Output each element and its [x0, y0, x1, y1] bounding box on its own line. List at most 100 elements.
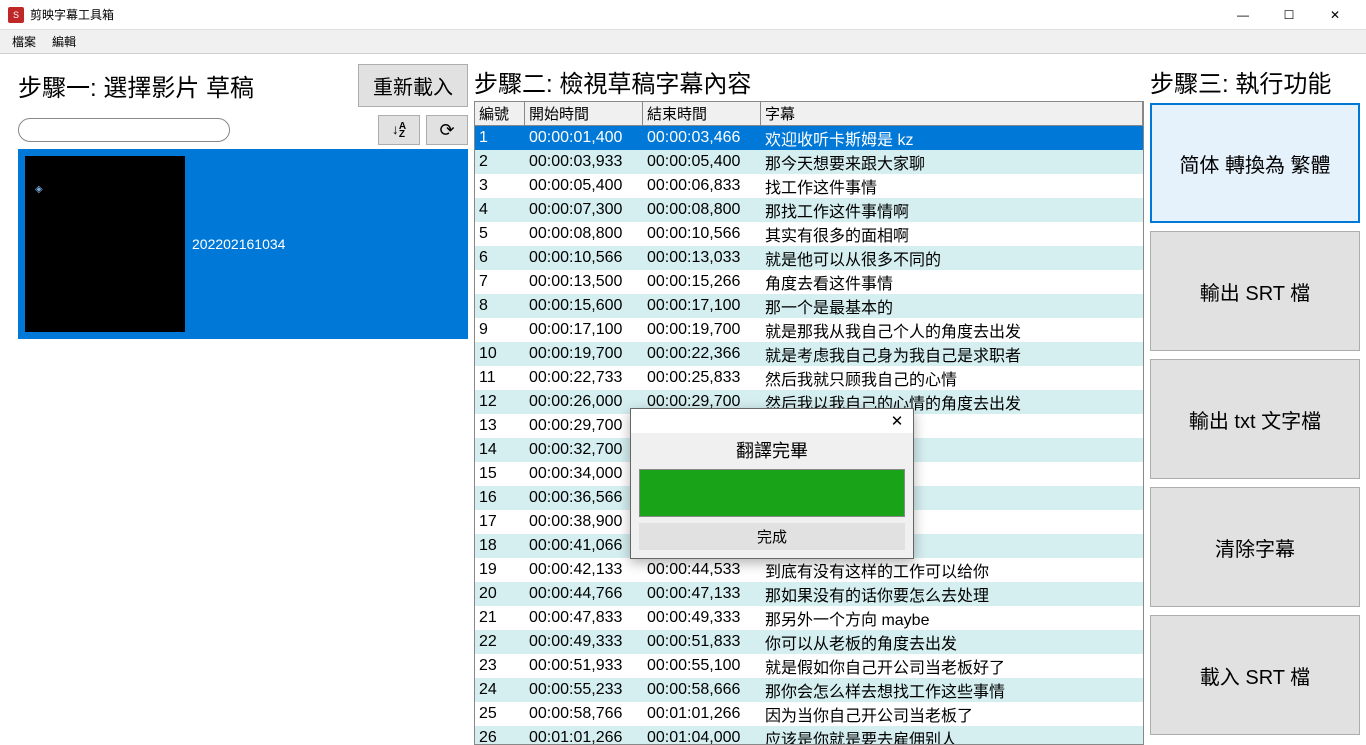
step2-label: 步驟二: 檢視草稿字幕內容	[474, 64, 1144, 99]
dialog-done-button[interactable]: 完成	[639, 523, 905, 550]
table-row[interactable]: 2100:00:47,83300:00:49,333那另外一个方向 maybe	[475, 606, 1143, 630]
cell-subtitle: 角度去看这件事情	[761, 270, 1143, 294]
cell-end: 00:00:05,400	[643, 150, 761, 174]
cell-start: 00:00:22,733	[525, 366, 643, 390]
table-row[interactable]: 2000:00:44,76600:00:47,133那如果没有的话你要怎么去处理	[475, 582, 1143, 606]
cell-start: 00:00:07,300	[525, 198, 643, 222]
cell-end: 00:00:55,100	[643, 654, 761, 678]
draft-item[interactable]: ◈ 202202161034	[18, 149, 468, 339]
table-row[interactable]: 1100:00:22,73300:00:25,833然后我就只顾我自己的心情	[475, 366, 1143, 390]
dialog-title: 翻譯完畢	[631, 433, 913, 469]
minimize-button[interactable]: ―	[1220, 0, 1266, 30]
translation-dialog: ✕ 翻譯完畢 完成	[630, 408, 914, 559]
cell-end: 00:00:06,833	[643, 174, 761, 198]
cell-index: 21	[475, 606, 525, 630]
cell-end: 00:00:10,566	[643, 222, 761, 246]
cell-index: 4	[475, 198, 525, 222]
cell-subtitle: 其实有很多的面相啊	[761, 222, 1143, 246]
cell-index: 5	[475, 222, 525, 246]
table-row[interactable]: 300:00:05,40000:00:06,833找工作这件事情	[475, 174, 1143, 198]
reload-button[interactable]: 重新載入	[358, 64, 468, 107]
col-subtitle[interactable]: 字幕	[761, 102, 1143, 125]
search-input[interactable]	[18, 118, 230, 142]
table-row[interactable]: 1000:00:19,70000:00:22,366就是考虑我自己身为我自己是求…	[475, 342, 1143, 366]
table-row[interactable]: 2200:00:49,33300:00:51,833你可以从老板的角度去出发	[475, 630, 1143, 654]
table-row[interactable]: 800:00:15,60000:00:17,100那一个是最基本的	[475, 294, 1143, 318]
table-row[interactable]: 2600:01:01,26600:01:04,000应该是你就是要去雇佣别人	[475, 726, 1143, 744]
convert-button[interactable]: 简体 轉換為 繁體	[1150, 103, 1360, 223]
menubar: 檔案 編輯	[0, 30, 1366, 54]
table-row[interactable]: 2500:00:58,76600:01:01,266因为当你自己开公司当老板了	[475, 702, 1143, 726]
cell-subtitle: 应该是你就是要去雇佣别人	[761, 726, 1143, 744]
cell-index: 7	[475, 270, 525, 294]
cell-start: 00:00:42,133	[525, 558, 643, 582]
cell-index: 18	[475, 534, 525, 558]
cell-start: 00:00:36,566	[525, 486, 643, 510]
cell-start: 00:00:17,100	[525, 318, 643, 342]
cell-start: 00:00:10,566	[525, 246, 643, 270]
cell-start: 00:00:01,400	[525, 126, 643, 150]
cell-end: 00:00:44,533	[643, 558, 761, 582]
table-row[interactable]: 700:00:13,50000:00:15,266角度去看这件事情	[475, 270, 1143, 294]
step3-label: 步驟三: 執行功能	[1150, 64, 1360, 99]
cell-subtitle: 那你会怎么样去想找工作这些事情	[761, 678, 1143, 702]
col-start[interactable]: 開始時間	[525, 102, 643, 125]
col-index[interactable]: 編號	[475, 102, 525, 125]
cell-start: 00:00:03,933	[525, 150, 643, 174]
cell-end: 00:00:08,800	[643, 198, 761, 222]
cell-start: 00:00:49,333	[525, 630, 643, 654]
cell-index: 15	[475, 462, 525, 486]
table-row[interactable]: 2300:00:51,93300:00:55,100就是假如你自己开公司当老板好…	[475, 654, 1143, 678]
cell-start: 00:00:38,900	[525, 510, 643, 534]
table-row[interactable]: 2400:00:55,23300:00:58,666那你会怎么样去想找工作这些事…	[475, 678, 1143, 702]
table-row[interactable]: 900:00:17,10000:00:19,700就是那我从我自己个人的角度去出…	[475, 318, 1143, 342]
cell-subtitle: 就是假如你自己开公司当老板好了	[761, 654, 1143, 678]
cell-end: 00:00:47,133	[643, 582, 761, 606]
draft-list[interactable]: ◈ 202202161034	[18, 149, 468, 745]
cell-end: 00:00:19,700	[643, 318, 761, 342]
export-txt-button[interactable]: 輸出 txt 文字檔	[1150, 359, 1360, 479]
refresh-icon: ⟳	[439, 120, 454, 141]
cell-index: 23	[475, 654, 525, 678]
table-row[interactable]: 100:00:01,40000:00:03,466欢迎收听卡斯姆是 kz	[475, 126, 1143, 150]
cell-start: 00:00:15,600	[525, 294, 643, 318]
cell-subtitle: 那一个是最基本的	[761, 294, 1143, 318]
cell-index: 16	[475, 486, 525, 510]
cell-index: 20	[475, 582, 525, 606]
col-end[interactable]: 結束時間	[643, 102, 761, 125]
cell-start: 00:00:13,500	[525, 270, 643, 294]
maximize-button[interactable]: ☐	[1266, 0, 1312, 30]
cell-subtitle: 那另外一个方向 maybe	[761, 606, 1143, 630]
table-row[interactable]: 500:00:08,80000:00:10,566其实有很多的面相啊	[475, 222, 1143, 246]
refresh-button[interactable]: ⟳	[426, 115, 468, 145]
cell-index: 13	[475, 414, 525, 438]
table-row[interactable]: 1900:00:42,13300:00:44,533到底有没有这样的工作可以给你	[475, 558, 1143, 582]
dialog-titlebar: ✕	[631, 409, 913, 433]
cell-subtitle: 到底有没有这样的工作可以给你	[761, 558, 1143, 582]
table-row[interactable]: 200:00:03,93300:00:05,400那今天想要来跟大家聊	[475, 150, 1143, 174]
cell-start: 00:00:19,700	[525, 342, 643, 366]
cell-index: 11	[475, 366, 525, 390]
cell-end: 00:00:03,466	[643, 126, 761, 150]
menu-edit[interactable]: 編輯	[44, 31, 84, 52]
table-row[interactable]: 600:00:10,56600:00:13,033就是他可以从很多不同的	[475, 246, 1143, 270]
close-button[interactable]: ✕	[1312, 0, 1358, 30]
load-srt-button[interactable]: 載入 SRT 檔	[1150, 615, 1360, 735]
cell-subtitle: 就是那我从我自己个人的角度去出发	[761, 318, 1143, 342]
sort-az-button[interactable]: ↓AZ	[378, 115, 420, 145]
clear-subtitles-button[interactable]: 清除字幕	[1150, 487, 1360, 607]
menu-file[interactable]: 檔案	[4, 31, 44, 52]
cell-start: 00:00:44,766	[525, 582, 643, 606]
table-row[interactable]: 400:00:07,30000:00:08,800那找工作这件事情啊	[475, 198, 1143, 222]
cell-end: 00:00:58,666	[643, 678, 761, 702]
cell-end: 00:01:04,000	[643, 726, 761, 744]
sort-az-icon: ↓AZ	[392, 121, 406, 138]
cell-start: 00:00:32,700	[525, 438, 643, 462]
cell-end: 00:00:17,100	[643, 294, 761, 318]
cell-end: 00:00:22,366	[643, 342, 761, 366]
cell-index: 24	[475, 678, 525, 702]
dialog-close-button[interactable]: ✕	[881, 411, 913, 431]
cell-start: 00:00:05,400	[525, 174, 643, 198]
export-srt-button[interactable]: 輸出 SRT 檔	[1150, 231, 1360, 351]
app-icon: S	[8, 7, 24, 23]
